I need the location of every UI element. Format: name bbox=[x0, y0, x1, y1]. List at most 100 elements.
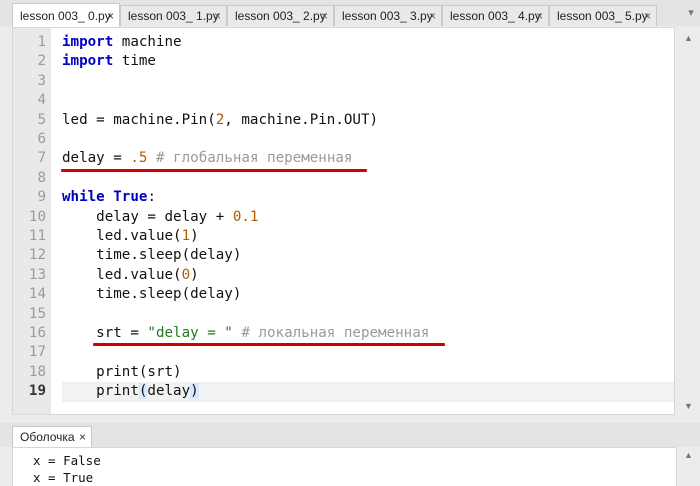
code-token: "delay = " bbox=[147, 325, 233, 341]
tab-lesson-003-4[interactable]: lesson 003_ 4.py × bbox=[442, 5, 549, 26]
close-icon[interactable]: × bbox=[107, 9, 114, 23]
code-token: delay = delay + bbox=[62, 208, 233, 225]
tab-label: lesson 003_ 0.py bbox=[20, 8, 111, 23]
editor-scrollbar[interactable]: ▲ ▼ bbox=[679, 27, 698, 415]
line-number: 10 bbox=[28, 208, 46, 225]
code-line[interactable]: 6 bbox=[13, 130, 674, 149]
editor-tab-bar: lesson 003_ 0.py × lesson 003_ 1.py × le… bbox=[0, 0, 700, 27]
code-editor[interactable]: 1 import machine 2 import time 3 4 5 led = mach… bbox=[12, 27, 675, 415]
code-line[interactable]: 7 delay = .5 # глобальная переменная bbox=[13, 149, 674, 168]
code-text[interactable]: time.sleep(delay) bbox=[62, 285, 241, 304]
code-text[interactable]: print(delay) bbox=[62, 382, 199, 401]
code-text[interactable]: while True: bbox=[62, 188, 156, 207]
shell-scrollbar[interactable]: ▲ bbox=[679, 447, 698, 486]
code-text[interactable]: delay = delay + 0.1 bbox=[62, 208, 258, 227]
code-token: .5 bbox=[130, 150, 148, 167]
chevron-down-icon[interactable]: ▾ bbox=[684, 6, 698, 22]
tab-lesson-003-0[interactable]: lesson 003_ 0.py × bbox=[12, 3, 120, 27]
line-number: 12 bbox=[28, 247, 46, 264]
line-number: 19 bbox=[28, 383, 46, 400]
code-line[interactable]: 4 bbox=[13, 91, 674, 110]
code-line[interactable]: 17 bbox=[13, 343, 674, 362]
close-icon[interactable]: × bbox=[644, 9, 651, 23]
tab-lesson-003-2[interactable]: lesson 003_ 2.py × bbox=[227, 5, 334, 26]
line-number: 3 bbox=[37, 72, 46, 89]
code-token: , machine.Pin.OUT) bbox=[224, 111, 379, 128]
shell-tab-bar: Оболочка × bbox=[0, 423, 700, 447]
code-token: srt = bbox=[62, 325, 148, 341]
code-line[interactable]: 9 while True: bbox=[13, 188, 674, 207]
code-line[interactable]: 3 bbox=[13, 72, 674, 91]
code-line[interactable]: 11 led.value(1) bbox=[13, 227, 674, 246]
code-text[interactable]: import machine bbox=[62, 33, 182, 52]
code-text[interactable]: led = machine.Pin(2, machine.Pin.OUT) bbox=[62, 111, 378, 130]
close-icon[interactable]: × bbox=[214, 9, 221, 23]
line-number: 4 bbox=[37, 92, 46, 109]
line-number: 14 bbox=[28, 286, 46, 303]
code-line[interactable]: 12 time.sleep(delay) bbox=[13, 246, 674, 265]
line-number: 15 bbox=[28, 305, 46, 322]
code-text[interactable]: led.value(0) bbox=[62, 266, 199, 285]
shell-output[interactable]: x = False x = True bbox=[12, 447, 677, 486]
code-line[interactable]: 18 print(srt) bbox=[13, 363, 674, 382]
code-line[interactable]: 10 delay = delay + 0.1 bbox=[13, 208, 674, 227]
line-number: 6 bbox=[37, 131, 46, 147]
triangle-up-icon[interactable]: ▲ bbox=[679, 31, 698, 45]
close-icon[interactable]: × bbox=[429, 9, 436, 23]
code-line[interactable]: 5 led = machine.Pin(2, machine.Pin.OUT) bbox=[13, 111, 674, 130]
code-token: led = machine.Pin( bbox=[62, 111, 216, 128]
close-icon[interactable]: × bbox=[536, 9, 543, 23]
tab-label: lesson 003_ 4.py bbox=[450, 9, 541, 23]
code-line[interactable]: 14 time.sleep(delay) bbox=[13, 285, 674, 304]
line-number: 13 bbox=[28, 266, 46, 283]
shell-output-line: x = True bbox=[33, 470, 94, 485]
code-text[interactable]: import time bbox=[62, 52, 156, 71]
code-text[interactable]: srt = "delay = " # локальная переменная bbox=[62, 324, 429, 343]
tab-label: lesson 003_ 1.py bbox=[128, 9, 219, 23]
line-number: 16 bbox=[28, 325, 46, 341]
tab-label: lesson 003_ 5.py bbox=[557, 9, 648, 23]
code-token: import bbox=[62, 53, 114, 70]
tab-shell[interactable]: Оболочка × bbox=[12, 426, 92, 447]
code-text[interactable]: led.value(1) bbox=[62, 227, 199, 246]
shell-output-line: x = False bbox=[33, 453, 101, 468]
code-token: led.value( bbox=[62, 228, 182, 244]
code-line[interactable]: 16 srt = "delay = " # локальная переменн… bbox=[13, 324, 674, 343]
red-underline-global bbox=[61, 169, 367, 172]
close-icon[interactable]: × bbox=[321, 9, 328, 23]
code-text[interactable]: delay = .5 # глобальная переменная bbox=[62, 149, 352, 168]
line-number: 8 bbox=[37, 169, 46, 186]
triangle-up-icon[interactable]: ▲ bbox=[679, 450, 698, 460]
code-token: 2 bbox=[215, 111, 225, 128]
code-text[interactable]: print(srt) bbox=[62, 363, 182, 382]
code-token: time bbox=[113, 53, 156, 70]
shell-tab-label: Оболочка bbox=[20, 430, 75, 444]
code-token: True bbox=[113, 189, 148, 206]
code-token: 0.1 bbox=[232, 208, 259, 225]
code-token: 1 bbox=[181, 228, 191, 244]
code-token: print bbox=[62, 383, 139, 400]
triangle-down-icon[interactable]: ▼ bbox=[679, 399, 698, 413]
tab-lesson-003-3[interactable]: lesson 003_ 3.py × bbox=[334, 5, 442, 26]
code-line[interactable]: 2 import time bbox=[13, 52, 674, 71]
code-text[interactable]: time.sleep(delay) bbox=[62, 246, 241, 265]
tab-lesson-003-5[interactable]: lesson 003_ 5.py × bbox=[549, 5, 657, 26]
code-token: # локальная переменная bbox=[241, 325, 430, 341]
code-token: # глобальная переменная bbox=[155, 150, 353, 167]
line-number: 1 bbox=[37, 34, 46, 50]
code-token: machine bbox=[113, 34, 182, 50]
tab-label: lesson 003_ 3.py bbox=[342, 9, 433, 23]
code-line[interactable]: 19 print(delay) bbox=[13, 382, 674, 402]
tab-lesson-003-1[interactable]: lesson 003_ 1.py × bbox=[120, 5, 227, 26]
code-token: ) bbox=[190, 266, 199, 283]
close-icon[interactable]: × bbox=[79, 430, 86, 444]
code-token: print(srt) bbox=[62, 363, 182, 380]
line-number: 11 bbox=[28, 228, 46, 244]
code-line[interactable]: 15 bbox=[13, 305, 674, 324]
code-token: delay = bbox=[62, 150, 131, 167]
code-token: time.sleep(delay) bbox=[62, 247, 242, 264]
code-line[interactable]: 13 led.value(0) bbox=[13, 266, 674, 285]
line-number: 7 bbox=[37, 150, 46, 167]
code-line[interactable]: 1 import machine bbox=[13, 33, 674, 52]
